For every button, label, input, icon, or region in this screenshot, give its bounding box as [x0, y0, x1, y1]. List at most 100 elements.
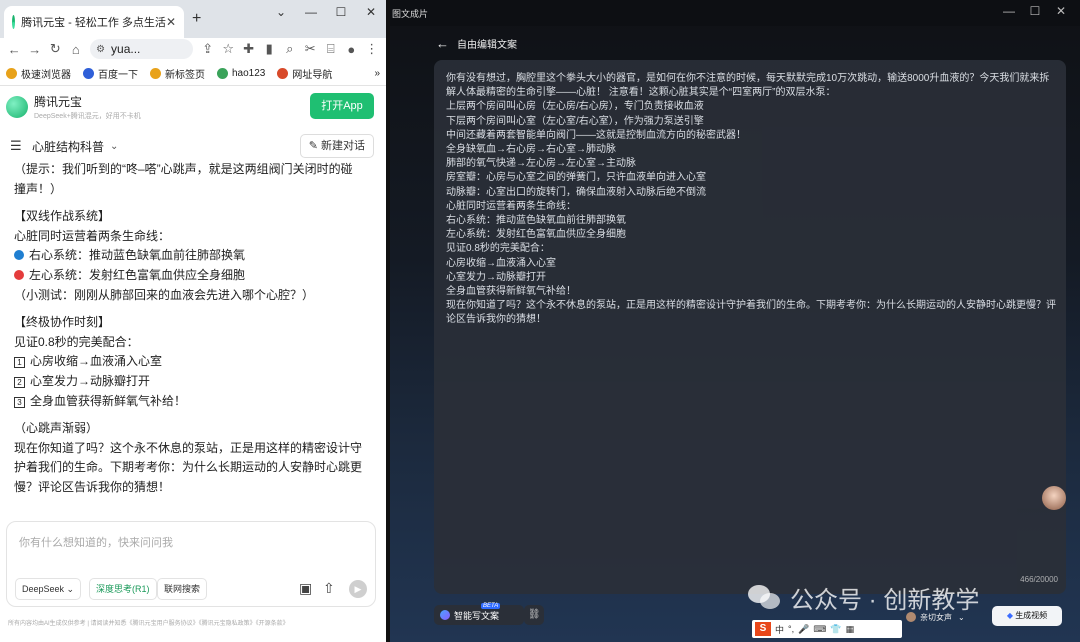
new-chat-label: 新建对话: [321, 140, 365, 152]
script-paragraph: 左心系统：发射红色富氧血供应全身细胞: [446, 229, 626, 241]
bookmark-item[interactable]: 极速浏览器: [6, 66, 71, 81]
script-paragraph: 上层两个房间叫心房（左心房/右心房），专门负责接收血液: [446, 101, 704, 113]
message-line: 1 心房收缩→血液涌入心室: [14, 352, 374, 372]
menu-icon[interactable]: ☰: [10, 138, 26, 154]
new-tab-icon[interactable]: +: [192, 10, 201, 28]
keycap-1-icon: 1: [14, 357, 25, 369]
chevron-down-icon[interactable]: ⌄: [266, 0, 296, 30]
bookmark-favicon-icon: [277, 68, 289, 79]
app-header: 腾讯元宝 DeepSeek+腾讯混元，好用不卡机 打开App: [0, 87, 386, 127]
home-icon[interactable]: ⌂: [66, 42, 87, 57]
bookmark-favicon-icon: [6, 68, 17, 79]
bag-icon[interactable]: ⌸: [321, 41, 342, 57]
maximize-icon[interactable]: ☐: [1022, 4, 1048, 18]
new-chat-icon: ✎: [308, 140, 321, 152]
message-line: 慢？评论区告诉我你的猜想！: [14, 479, 171, 494]
wechat-icon: [748, 584, 782, 611]
address-bar[interactable]: ⚙ yua...: [90, 39, 194, 59]
bookmark-label: 百度一下: [98, 70, 138, 81]
bookmark-item[interactable]: 百度一下: [83, 66, 138, 81]
more-bookmarks-icon[interactable]: »: [374, 68, 380, 79]
open-app-button[interactable]: 打开App: [310, 93, 374, 119]
close-icon[interactable]: ✕: [356, 0, 386, 30]
watermark-text: 公众号 · 创新教学: [790, 587, 980, 614]
chat-title[interactable]: 心脏结构科普: [32, 138, 104, 155]
script-paragraph: 现在你知道了吗？这个永不休息的泵站，正是用这样的精密设计守护着我们的生命。下期考…: [446, 300, 1056, 326]
maximize-icon[interactable]: ☐: [326, 0, 356, 30]
close-icon[interactable]: ✕: [1048, 4, 1074, 18]
editor-title: 自由编辑文案: [457, 40, 517, 51]
generate-video-button[interactable]: ◆ 生成视频: [992, 606, 1062, 626]
chevron-down-icon[interactable]: ⌄: [110, 141, 118, 152]
ime-toolbar[interactable]: S 中 °, 🎤 ⌨ 👕 ▦: [752, 620, 902, 638]
message-text: 全身血管获得新鲜氧气补给！: [30, 393, 187, 408]
editor-header: ← 自由编辑文案: [436, 36, 517, 51]
message-line: 见证0.8秒的完美配合：: [14, 334, 139, 349]
script-paragraph: 你有没有想过，胸腔里这个拳头大小的器官，是如何在你不注意的时候，每天默默完成10…: [446, 73, 1050, 99]
message-text: 左心系统：发射红色富氧血供应全身细胞: [29, 267, 246, 282]
sidebar-icon[interactable]: ▮: [259, 41, 280, 57]
message-line: （提示：我们听到的“咚–嗒”心跳声，就是这两组阀门关闭时的碰: [14, 162, 353, 176]
model-select[interactable]: DeepSeek ⌄: [15, 578, 82, 600]
scissors-icon[interactable]: ✂: [300, 41, 321, 57]
web-search-toggle[interactable]: 联网搜索: [157, 578, 208, 600]
back-icon[interactable]: ←: [4, 42, 25, 57]
close-tab-icon[interactable]: ✕: [166, 15, 176, 29]
minimize-icon[interactable]: —: [996, 4, 1022, 18]
script-editor[interactable]: 你有没有想过，胸腔里这个拳头大小的器官，是如何在你不注意的时候，每天默默完成10…: [434, 60, 1066, 594]
message-line: 心脏同时运营着两条生命线：: [14, 228, 171, 243]
reload-icon[interactable]: ↻: [45, 41, 66, 57]
brand: 腾讯元宝 DeepSeek+腾讯混元，好用不卡机: [34, 93, 141, 121]
message-line: 3 全身血管获得新鲜氧气补给！: [14, 392, 374, 412]
forward-icon[interactable]: →: [25, 42, 46, 57]
chat-header: ☰ 心脏结构科普 ⌄ ✎ 新建对话: [0, 132, 386, 160]
search-icon[interactable]: ⌕: [279, 41, 300, 57]
link-icon[interactable]: ⛓: [524, 605, 545, 625]
section-heading: 【终极协作时刻】: [14, 315, 111, 330]
browser-tab[interactable]: 腾讯元宝 - 轻松工作 多点生活 ✕: [4, 6, 184, 38]
browser-toolbar: ← → ↻ ⌂ ⚙ yua... ⇪ ☆ ✚ ▮ ⌕ ✂ ⌸ ● ⋮: [0, 38, 386, 60]
grid-icon[interactable]: ▦: [846, 624, 855, 635]
bookmark-item[interactable]: 网址导航: [277, 66, 332, 81]
star-icon[interactable]: ☆: [218, 41, 239, 57]
deep-think-toggle[interactable]: 深度思考(R1): [89, 578, 157, 600]
ime-mode[interactable]: 中: [775, 623, 784, 636]
ai-logo-icon: [440, 610, 450, 620]
sogou-icon: S: [755, 622, 771, 636]
address-text: yua...: [111, 42, 141, 56]
app-tagline: DeepSeek+腾讯混元，好用不卡机: [34, 113, 141, 120]
script-text[interactable]: 你有没有想过，胸腔里这个拳头大小的器官，是如何在你不注意的时候，每天默默完成10…: [446, 72, 1056, 328]
microphone-icon[interactable]: 🎤: [798, 624, 809, 635]
more-menu-icon[interactable]: ⋮: [362, 41, 383, 57]
chat-input-box[interactable]: 你有什么想知道的，快来问问我 DeepSeek ⌄ 深度思考(R1) 联网搜索 …: [6, 521, 376, 607]
extensions-icon[interactable]: ✚: [238, 41, 259, 57]
keyboard-icon[interactable]: ⌨: [813, 624, 826, 635]
back-arrow-icon[interactable]: ←: [436, 36, 449, 51]
char-counter: 466/20000: [1020, 575, 1058, 584]
ime-punct[interactable]: °,: [788, 624, 794, 634]
message-line: （心跳声渐弱）: [14, 421, 99, 436]
window-controls: ⌄ — ☐ ✕: [266, 0, 386, 30]
share-icon[interactable]: ⇪: [197, 41, 218, 57]
bookmark-item[interactable]: hao123: [217, 68, 265, 79]
script-paragraph: 中间还藏着两套智能单向阀门——这就是控制血流方向的秘密武器！: [446, 129, 746, 141]
message-line: 撞声！）: [14, 181, 63, 196]
bookmark-label: 新标签页: [165, 70, 205, 81]
profile-icon[interactable]: ●: [341, 42, 362, 57]
ai-write-button[interactable]: 智能写文案 BETA: [434, 603, 525, 625]
bookmark-item[interactable]: 新标签页: [150, 66, 205, 81]
message-line: （小测试：刚刚从肺部回来的血液会先进入哪个心腔？）: [14, 287, 315, 302]
clothes-icon[interactable]: 👕: [830, 624, 841, 635]
image-upload-icon[interactable]: ▣: [299, 580, 312, 597]
script-paragraph: 动脉瓣：心室出口的旋转门，确保血液射入动脉后绝不倒流: [446, 186, 706, 198]
site-info-icon[interactable]: ⚙: [96, 44, 105, 55]
bookmark-favicon-icon: [150, 68, 161, 79]
new-chat-button[interactable]: ✎ 新建对话: [299, 134, 374, 158]
script-paragraph: 肺部的氧气快递→左心房→左心室→主动脉: [446, 158, 636, 170]
file-upload-icon[interactable]: ⇧: [323, 580, 335, 597]
minimize-icon[interactable]: —: [296, 0, 326, 30]
avatar[interactable]: [1042, 486, 1066, 510]
blue-circle-icon: [14, 250, 24, 261]
send-button[interactable]: ▶: [349, 580, 367, 598]
chat-input-placeholder[interactable]: 你有什么想知道的，快来问问我: [19, 534, 173, 550]
